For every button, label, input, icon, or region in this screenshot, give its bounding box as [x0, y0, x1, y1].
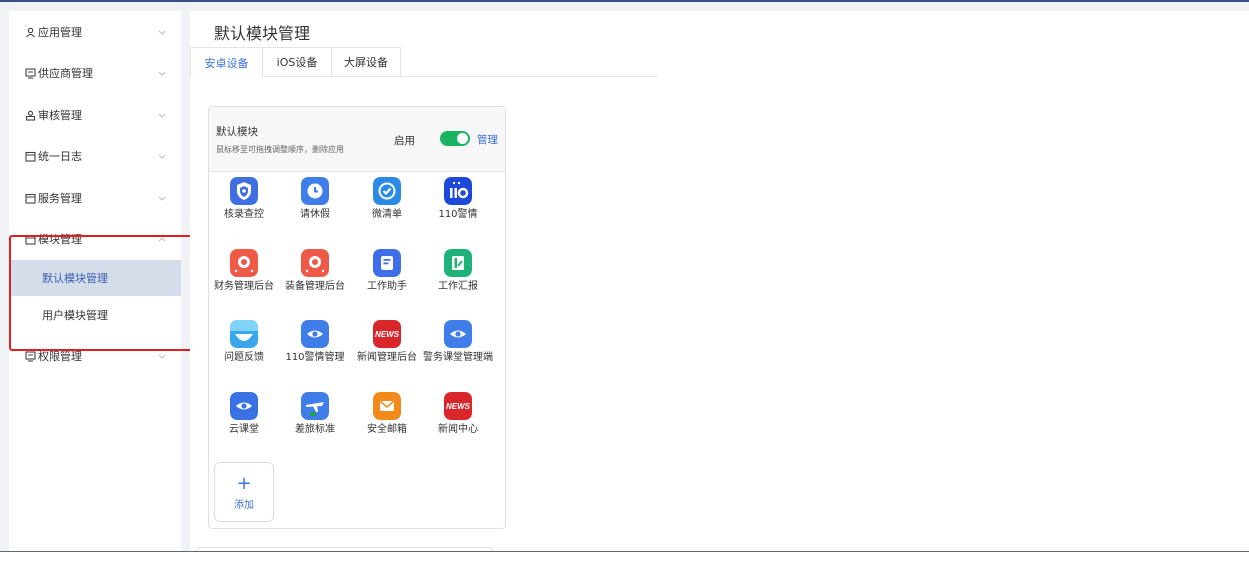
sidebar-item-unified-log[interactable]: 统一日志	[9, 141, 181, 171]
sidebar-item-label: 供应商管理	[38, 67, 93, 80]
app-label: 110警情管理	[285, 352, 345, 363]
card-subtitle: 鼠标移至可拖拽调整顺序，删除应用	[216, 145, 344, 154]
sidebar-item-supplier-management[interactable]: 供应商管理	[9, 58, 181, 88]
tab-android[interactable]: 安卓设备	[190, 47, 263, 77]
sidebar: 应用管理 供应商管理 审核管理 统一日志 服务管理 模块管理 默认模块管理 用户…	[9, 11, 197, 551]
app-tile[interactable]: 警务课堂管理端	[423, 320, 493, 364]
monitor-icon	[24, 67, 36, 79]
sidebar-item-label: 服务管理	[38, 192, 82, 205]
app-tile[interactable]: 工作汇报	[423, 249, 493, 293]
app-label: 微清单	[372, 209, 402, 220]
app-tile[interactable]: 装备管理后台	[280, 249, 350, 293]
add-app-button[interactable]: + 添加	[214, 462, 274, 522]
sidebar-item-label: 审核管理	[38, 109, 82, 122]
equipment-icon	[301, 249, 329, 277]
airplane-icon	[301, 392, 329, 420]
app-tile[interactable]: 110警情	[423, 177, 493, 221]
app-tile[interactable]: 请休假	[280, 177, 350, 221]
monitor-icon	[24, 350, 36, 362]
top-border	[0, 0, 1249, 2]
app-label: 新闻中心	[438, 424, 478, 435]
news-text: NEWS	[375, 329, 399, 339]
eye-icon	[444, 320, 472, 348]
app-tile[interactable]: 110警情管理	[280, 320, 350, 364]
app-label: 核录查控	[224, 209, 264, 220]
audit-icon	[24, 109, 36, 121]
app-tile[interactable]: 财务管理后台	[209, 249, 279, 293]
page-title: 默认模块管理	[214, 24, 311, 43]
app-label: 云课堂	[229, 424, 259, 435]
app-label: 新闻管理后台	[357, 352, 417, 363]
app-tile[interactable]: 问题反馈	[209, 320, 279, 364]
sidebar-item-service-management[interactable]: 服务管理	[9, 183, 181, 213]
app-tile[interactable]: 核录查控	[209, 177, 279, 221]
eye-icon	[301, 320, 329, 348]
app-tile[interactable]: NEWS 新闻中心	[423, 392, 493, 436]
app-tile[interactable]: 云课堂	[209, 392, 279, 436]
highlight-annotation-box	[9, 235, 197, 351]
app-label: 工作汇报	[438, 281, 478, 292]
manage-link[interactable]: 管理	[477, 132, 498, 147]
plus-icon: +	[236, 473, 252, 494]
toggle-knob	[457, 133, 468, 144]
eye-icon	[230, 392, 258, 420]
app-label: 财务管理后台	[214, 281, 274, 292]
feedback-icon	[230, 320, 258, 348]
app-label: 问题反馈	[224, 352, 264, 363]
110-icon	[444, 177, 472, 205]
news-icon: NEWS	[444, 392, 472, 420]
app-label: 安全邮箱	[367, 424, 407, 435]
app-tile[interactable]: 工作助手	[352, 249, 422, 293]
app-tile[interactable]: NEWS 新闻管理后台	[352, 320, 422, 364]
calendar-icon	[24, 192, 36, 204]
chevron-down-icon	[157, 27, 167, 37]
checkmark-icon	[373, 177, 401, 205]
chevron-down-icon	[157, 193, 167, 203]
news-icon: NEWS	[373, 320, 401, 348]
document-icon	[373, 249, 401, 277]
sidebar-item-label: 统一日志	[38, 150, 82, 163]
app-tile[interactable]: 微清单	[352, 177, 422, 221]
main-content: 默认模块管理 安卓设备 iOS设备 大屏设备 默认模块 鼠标移至可拖拽调整顺序，…	[190, 11, 1249, 553]
finance-icon	[230, 249, 258, 277]
add-label: 添加	[234, 500, 254, 511]
chevron-down-icon	[157, 151, 167, 161]
bottom-bar	[0, 551, 1249, 565]
default-module-card: 默认模块 鼠标移至可拖拽调整顺序，删除应用 启用 管理 核录查控 请休假 微清单	[208, 106, 506, 529]
chevron-down-icon	[157, 68, 167, 78]
app-tile[interactable]: 差旅标准	[280, 392, 350, 436]
calendar-icon	[24, 150, 36, 162]
app-label: 110警情	[438, 209, 478, 220]
card-header: 默认模块 鼠标移至可拖拽调整顺序，删除应用 启用 管理	[209, 107, 505, 172]
clock-icon	[301, 177, 329, 205]
enable-label: 启用	[394, 135, 415, 147]
device-tabs: 安卓设备 iOS设备 大屏设备	[190, 47, 658, 77]
news-text: NEWS	[446, 401, 470, 411]
app-label: 请休假	[300, 209, 330, 220]
report-icon	[444, 249, 472, 277]
sidebar-item-label: 应用管理	[38, 26, 82, 39]
app-tile[interactable]: 安全邮箱	[352, 392, 422, 436]
tab-ios[interactable]: iOS设备	[262, 47, 332, 76]
app-label: 差旅标准	[295, 424, 335, 435]
card-title: 默认模块	[216, 126, 258, 138]
mail-icon	[373, 392, 401, 420]
tab-large-screen[interactable]: 大屏设备	[331, 47, 401, 76]
sidebar-item-audit-management[interactable]: 审核管理	[9, 100, 181, 130]
shield-icon	[230, 177, 258, 205]
chevron-down-icon	[157, 351, 167, 361]
chevron-down-icon	[157, 110, 167, 120]
app-label: 工作助手	[367, 281, 407, 292]
enable-toggle[interactable]	[440, 131, 470, 146]
app-label: 装备管理后台	[285, 281, 345, 292]
user-icon	[24, 26, 36, 38]
app-label: 警务课堂管理端	[423, 352, 493, 363]
sidebar-item-app-management[interactable]: 应用管理	[9, 17, 181, 47]
